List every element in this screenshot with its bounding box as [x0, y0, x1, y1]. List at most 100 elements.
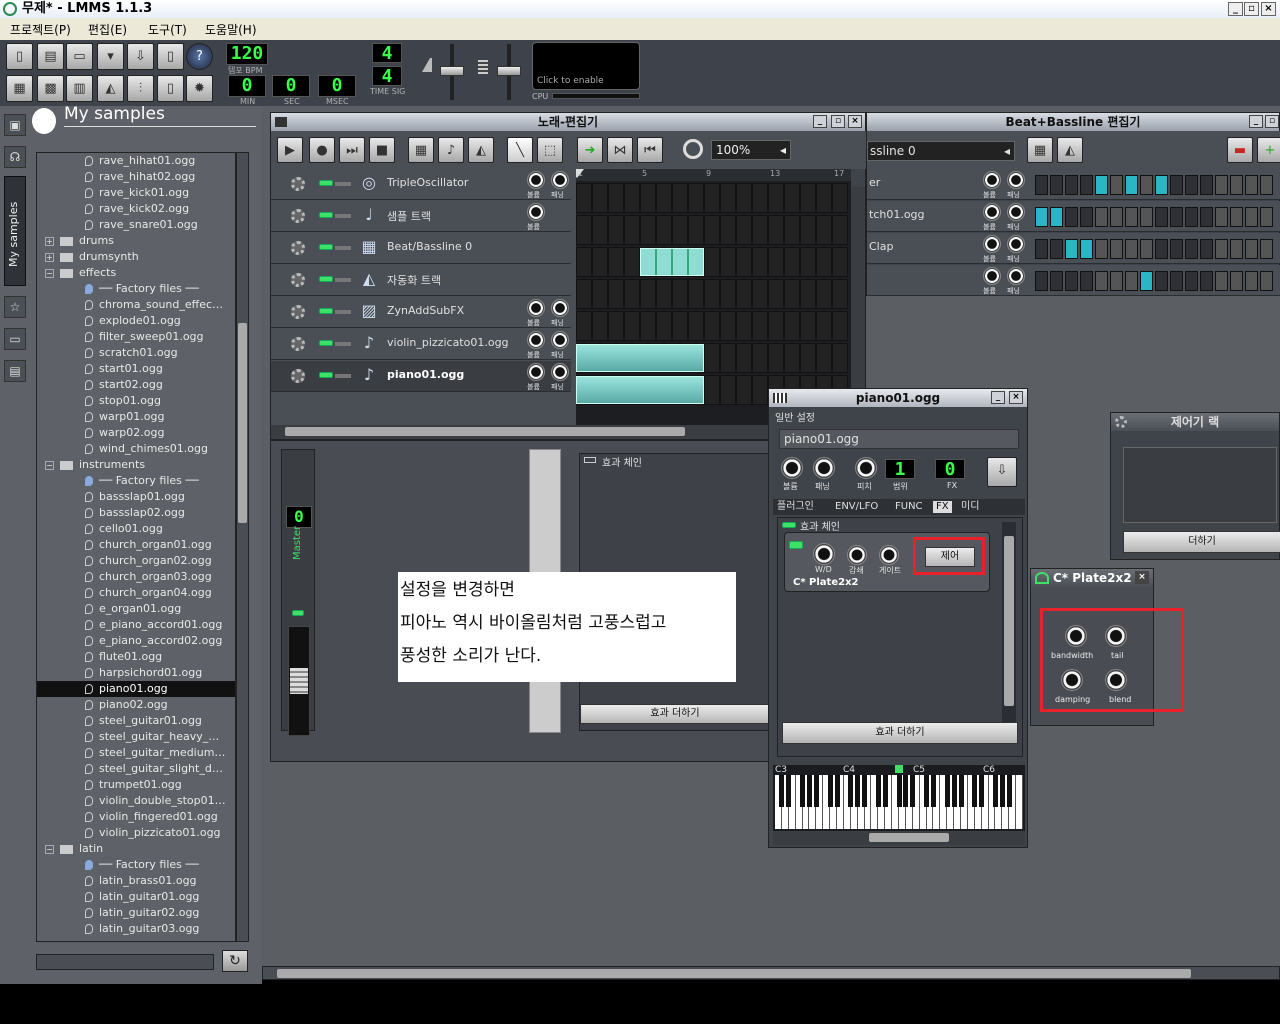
bb-step[interactable] [1170, 239, 1183, 259]
black-key[interactable] [1006, 775, 1012, 807]
tree-item[interactable]: explode01.ogg [37, 313, 235, 329]
track-settings-gear-icon[interactable] [291, 209, 305, 223]
bb-step[interactable] [1155, 175, 1168, 195]
tree-item[interactable]: rave_hihat01.ogg [37, 153, 235, 169]
black-key[interactable] [786, 775, 792, 807]
track-volume-knob[interactable] [527, 331, 545, 349]
song-grid-cell[interactable] [576, 311, 592, 341]
project-notes-icon[interactable]: ▯ [157, 75, 184, 102]
fx-channel-display[interactable]: 0 [935, 459, 965, 480]
close-button[interactable]: × [1261, 2, 1276, 16]
tree-item[interactable]: + drums [37, 233, 235, 249]
song-grid-cell[interactable] [720, 215, 736, 245]
song-grid-cell[interactable] [832, 183, 848, 213]
tree-item[interactable]: cello01.ogg [37, 521, 235, 537]
bb-step[interactable] [1200, 175, 1213, 195]
bb-step[interactable] [1215, 271, 1228, 291]
sidebar-tab-projects-icon[interactable]: ▣ [4, 114, 26, 136]
song-grid-cell[interactable] [608, 279, 624, 309]
export-icon[interactable]: ▯ [157, 43, 184, 70]
tree-item[interactable]: church_organ04.ogg [37, 585, 235, 601]
song-grid-cell[interactable] [816, 311, 832, 341]
stop-icon[interactable]: ■ [369, 137, 395, 163]
bb-step[interactable] [1260, 239, 1273, 259]
bb-track-pan-knob[interactable] [1007, 235, 1025, 253]
black-key[interactable] [779, 775, 785, 807]
song-grid-cell[interactable] [736, 375, 752, 405]
sidebar-tab-favorites-icon[interactable]: ☆ [4, 296, 26, 318]
keyboard-scrollbar[interactable] [773, 831, 1025, 845]
bb-step[interactable] [1080, 271, 1093, 291]
time-sig-numerator[interactable]: 4 [372, 43, 402, 64]
bb-track-name[interactable]: er [869, 176, 880, 189]
bb-step[interactable] [1065, 175, 1078, 195]
wet-dry-knob[interactable] [813, 543, 835, 565]
bb-step[interactable] [1230, 207, 1243, 227]
song-grid-cell[interactable] [736, 247, 752, 277]
fx-chain-enable-led[interactable] [782, 522, 796, 528]
bb-step[interactable] [1155, 239, 1168, 259]
bb-step[interactable] [1200, 239, 1213, 259]
tree-item[interactable]: − effects [37, 265, 235, 281]
song-grid-cell[interactable] [608, 215, 624, 245]
fx-chain-scrollbar[interactable] [1002, 522, 1016, 722]
song-grid-cell[interactable] [592, 311, 608, 341]
tab-func[interactable]: FUNC [895, 499, 923, 515]
song-grid-cell[interactable] [784, 215, 800, 245]
track-name[interactable]: TripleOscillator [387, 176, 468, 189]
song-grid-cell[interactable] [720, 183, 736, 213]
track-mute-led[interactable] [319, 276, 333, 282]
stop-behaviour-icon[interactable]: ⏮ [637, 137, 663, 163]
bb-step[interactable] [1260, 175, 1273, 195]
tree-item[interactable]: violin_pizzicato01.ogg [37, 825, 235, 841]
black-key[interactable] [951, 775, 957, 807]
menu-tools[interactable]: 도구(T) [148, 21, 187, 38]
song-grid-cell[interactable] [576, 279, 592, 309]
menu-project[interactable]: 프로젝트(P) [10, 21, 71, 38]
tree-item[interactable]: church_organ03.ogg [37, 569, 235, 585]
song-grid-cell[interactable] [720, 375, 736, 405]
black-key[interactable] [813, 775, 819, 807]
tab-env-lfo[interactable]: ENV/LFO [835, 499, 878, 515]
song-editor-close-button[interactable]: × [848, 115, 862, 128]
mixer-add-effect-button[interactable]: 효과 더하기 [580, 704, 770, 724]
tree-item[interactable]: scratch01.ogg [37, 345, 235, 361]
bb-step[interactable] [1035, 239, 1048, 259]
sidebar-tab-presets-icon[interactable]: ☊ [4, 146, 26, 168]
black-key[interactable] [882, 775, 888, 807]
track-pan-knob[interactable] [551, 363, 569, 381]
tree-item[interactable]: latin_guitar02.ogg [37, 905, 235, 921]
piano-keys[interactable] [775, 775, 1023, 829]
track-name[interactable]: 자동화 트랙 [387, 272, 441, 288]
song-grid-cell[interactable] [752, 215, 768, 245]
pitch-range-display[interactable]: 1 [885, 459, 915, 480]
instrument-minimize-button[interactable]: _ [991, 391, 1005, 404]
bb-step[interactable] [1035, 271, 1048, 291]
tempo-display[interactable]: 120 [226, 43, 268, 65]
track-name[interactable]: 샘플 트랙 [387, 208, 431, 224]
automation-editor-icon[interactable]: ◭ [97, 75, 124, 102]
track-mute-led[interactable] [319, 244, 333, 250]
bb-track-row[interactable]: er 볼륨 패닝 [867, 169, 1280, 200]
song-grid-cell[interactable] [752, 375, 768, 405]
record-accompany-icon[interactable]: ⏭ [339, 137, 365, 163]
song-grid-cell[interactable] [736, 279, 752, 309]
black-key[interactable] [903, 775, 909, 807]
song-grid-cell[interactable] [800, 247, 816, 277]
song-grid-cell[interactable] [800, 311, 816, 341]
bb-step[interactable] [1125, 239, 1138, 259]
record-icon[interactable]: ● [309, 137, 335, 163]
save-project-icon[interactable]: ⇩ [127, 43, 154, 70]
song-grid-cell[interactable] [816, 215, 832, 245]
tree-item[interactable]: latin_brass01.ogg [37, 873, 235, 889]
song-grid-cell[interactable] [592, 247, 608, 277]
master-pitch-slider[interactable] [497, 66, 521, 76]
refresh-icon[interactable]: ↻ [222, 950, 248, 972]
black-key[interactable] [834, 775, 840, 807]
song-ruler[interactable]: 1 5 9 13 17 [576, 169, 851, 181]
tree-item[interactable]: stop01.ogg [37, 393, 235, 409]
tree-item[interactable]: chroma_sound_effec… [37, 297, 235, 313]
zoom-select[interactable]: 100% ◂ [711, 140, 791, 160]
track-solo-bar[interactable] [335, 278, 351, 282]
song-grid-cell[interactable] [752, 279, 768, 309]
